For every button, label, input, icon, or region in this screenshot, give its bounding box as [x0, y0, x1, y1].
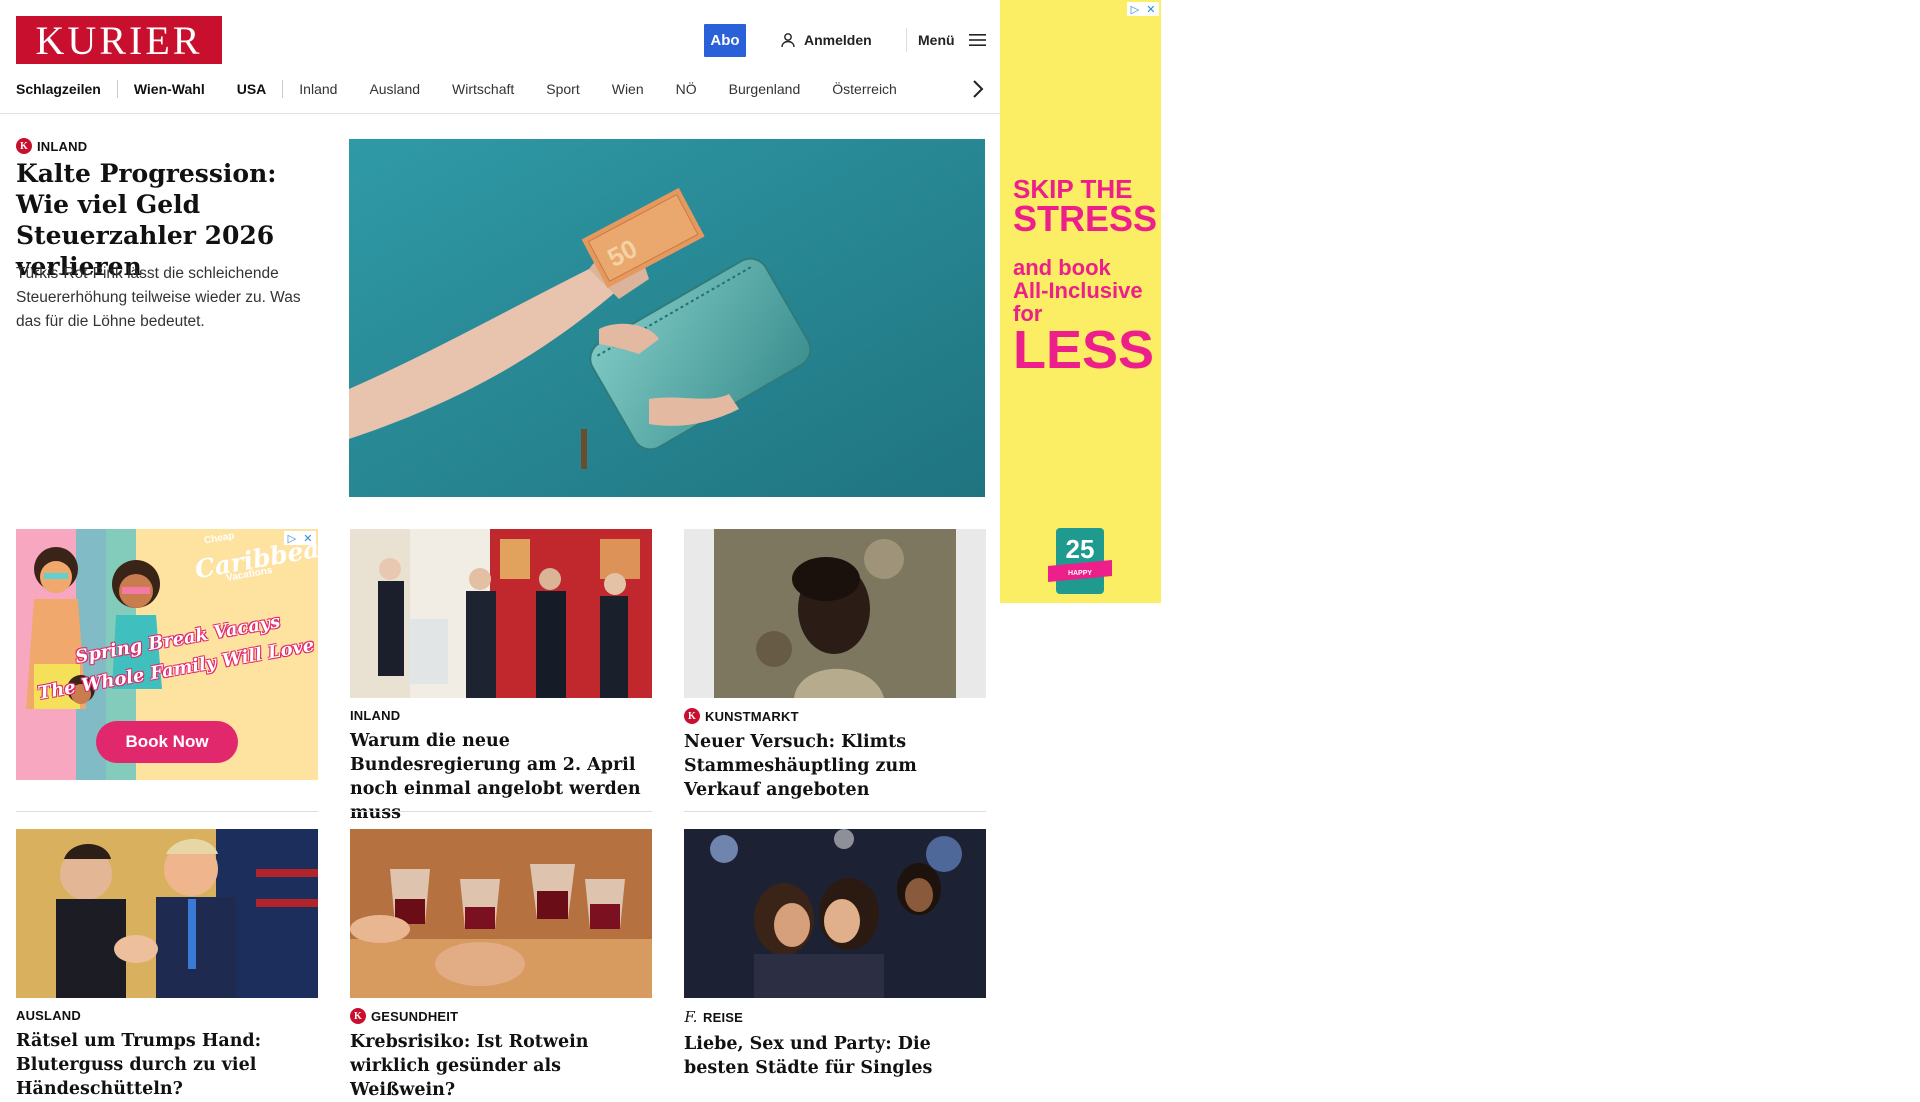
- article-category-label: INLAND: [350, 708, 401, 723]
- hamburger-icon: [968, 34, 986, 46]
- ad-close-icon[interactable]: ✕: [1146, 3, 1155, 16]
- abo-button[interactable]: Abo: [704, 24, 746, 57]
- article-category[interactable]: AUSLAND: [16, 1008, 318, 1023]
- article-image[interactable]: [350, 829, 652, 998]
- nav-item-wirtschaft[interactable]: Wirtschaft: [436, 81, 530, 97]
- article-category-label: REISE: [703, 1009, 744, 1025]
- freizeit-icon: f.: [684, 1008, 698, 1026]
- article-title[interactable]: Liebe, Sex und Party: Die besten Städte …: [684, 1032, 986, 1080]
- article-category-label: GESUNDHEIT: [371, 1008, 459, 1024]
- nav-item-noe[interactable]: NÖ: [660, 81, 713, 97]
- main-navigation: Schlagzeilen Wien-Wahl USA Inland Auslan…: [16, 77, 996, 101]
- ad-line: STRESS: [1013, 198, 1158, 239]
- chevron-right-icon[interactable]: [968, 78, 988, 100]
- kurier-plus-icon: K: [16, 138, 32, 154]
- card-divider: [684, 811, 986, 812]
- nav-item-usa[interactable]: USA: [221, 81, 283, 97]
- article-title[interactable]: Neuer Versuch: Klimts Stammeshäuptling z…: [684, 730, 986, 802]
- nav-item-wien-wahl[interactable]: Wien-Wahl: [118, 81, 221, 97]
- kurier-plus-icon: K: [350, 1008, 366, 1024]
- sidebar-ad[interactable]: ▷ ✕ SKIP THE STRESS and book All-Inclusi…: [1000, 0, 1161, 603]
- article-card[interactable]: AUSLAND Rätsel um Trumps Hand: Blutergus…: [16, 829, 318, 1101]
- article-category[interactable]: f. REISE: [684, 1008, 986, 1026]
- nav-item-ausland[interactable]: Ausland: [353, 81, 436, 97]
- ad-line: LESS: [1013, 320, 1155, 380]
- hero-category[interactable]: K INLAND: [16, 138, 87, 154]
- menu-button[interactable]: Menü: [918, 27, 986, 53]
- nav-item-schlagzeilen[interactable]: Schlagzeilen: [16, 81, 117, 97]
- card-divider: [16, 811, 318, 812]
- ad-line: and book: [1013, 255, 1111, 280]
- user-icon: [781, 33, 795, 48]
- nav-item-wien[interactable]: Wien: [596, 81, 660, 97]
- login-button[interactable]: Anmelden: [780, 27, 872, 53]
- kurier-logo[interactable]: KURIER: [16, 16, 222, 64]
- article-card[interactable]: K KUNSTMARKT Neuer Versuch: Klimts Stamm…: [684, 529, 986, 802]
- nav-item-burgenland[interactable]: Burgenland: [713, 81, 817, 97]
- article-card[interactable]: K GESUNDHEIT Krebsrisiko: Ist Rotwein wi…: [350, 829, 652, 1102]
- article-card[interactable]: f. REISE Liebe, Sex und Party: Die beste…: [684, 829, 986, 1080]
- kurier-plus-icon: K: [684, 708, 700, 724]
- menu-label: Menü: [918, 32, 955, 48]
- header-divider: [906, 28, 907, 52]
- ad-choices-icon: ▷: [1130, 3, 1140, 16]
- nav-item-inland[interactable]: Inland: [283, 81, 353, 97]
- hero-teaser[interactable]: Türkis-Rot-Pink lässt die schleichende S…: [16, 262, 316, 334]
- article-title[interactable]: Rätsel um Trumps Hand: Bluterguss durch …: [16, 1029, 318, 1101]
- ad-anniversary-logo: 25 HAPPY: [1048, 528, 1112, 594]
- svg-text:HAPPY: HAPPY: [1068, 570, 1092, 577]
- article-category[interactable]: K KUNSTMARKT: [684, 708, 986, 724]
- book-now-button[interactable]: Book Now: [96, 721, 238, 763]
- article-image[interactable]: [16, 829, 318, 998]
- ad-line: All-Inclusive: [1013, 278, 1143, 303]
- article-category[interactable]: K GESUNDHEIT: [350, 1008, 652, 1024]
- hero-category-label: INLAND: [37, 138, 88, 154]
- article-title[interactable]: Krebsrisiko: Ist Rotwein wirklich gesünd…: [350, 1030, 652, 1102]
- article-image[interactable]: [350, 529, 652, 698]
- hero-image[interactable]: 50: [349, 139, 985, 497]
- article-card[interactable]: INLAND Warum die neue Bundesregierung am…: [350, 529, 652, 825]
- article-image[interactable]: [684, 829, 986, 998]
- card-divider: [350, 811, 652, 812]
- article-image[interactable]: [684, 529, 986, 698]
- article-category-label: KUNSTMARKT: [705, 708, 799, 724]
- nav-bottom-border: [0, 113, 1000, 114]
- svg-text:25: 25: [1066, 534, 1095, 564]
- nav-item-sport[interactable]: Sport: [530, 81, 595, 97]
- article-category[interactable]: INLAND: [350, 708, 652, 723]
- article-category-label: AUSLAND: [16, 1008, 81, 1023]
- ad-choices-badge[interactable]: ▷ ✕: [1127, 2, 1159, 16]
- login-label: Anmelden: [804, 32, 872, 48]
- inline-ad-caribbean[interactable]: ▷ ✕ Cheap Caribbean Vacations Spring Bre…: [16, 529, 318, 780]
- nav-item-oesterreich[interactable]: Österreich: [816, 81, 913, 97]
